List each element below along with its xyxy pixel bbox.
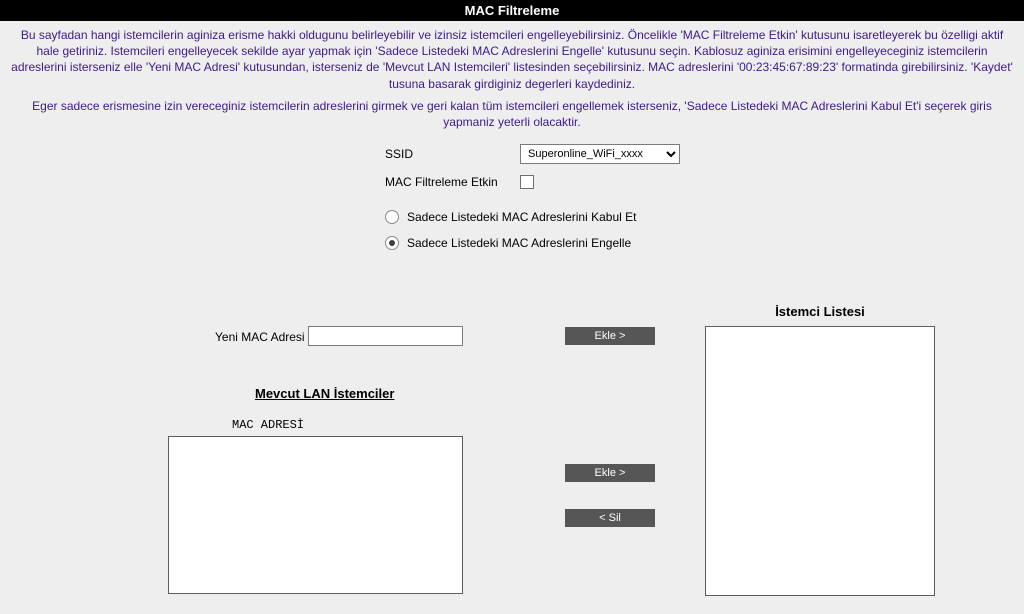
add-new-mac-button[interactable]: Ekle > [565,327,655,345]
radio-deny-label: Sadece Listedeki MAC Adreslerini Engelle [407,236,631,250]
radio-allow-label: Sadece Listedeki MAC Adreslerini Kabul E… [407,210,636,224]
lan-clients-title: Mevcut LAN İstemciler [255,386,394,401]
lan-clients-box[interactable] [168,436,463,594]
client-list-box[interactable] [705,326,935,596]
settings-area: SSID Superonline_WiFi_xxxx MAC Filtrelem… [385,138,1024,256]
intro-text: Bu sayfadan hangi istemcilerin aginiza e… [0,21,1024,138]
new-mac-input[interactable] [308,326,463,346]
add-lan-client-button[interactable]: Ekle > [565,464,655,482]
delete-button[interactable]: < Sil [565,509,655,527]
ssid-select[interactable]: Superonline_WiFi_xxxx [520,144,680,164]
new-mac-label: Yeni MAC Adresi [215,330,305,344]
page-title: MAC Filtreleme [465,3,560,18]
mac-filter-checkbox[interactable] [520,175,534,189]
ssid-label: SSID [385,147,520,161]
client-list-title: İstemci Listesi [705,304,935,319]
page-title-bar: MAC Filtreleme [0,0,1024,21]
lists-area: İstemci Listesi Yeni MAC Adresi Ekle > M… [0,304,1024,614]
mac-address-column-header: MAC ADRESİ [232,418,304,432]
radio-deny[interactable] [385,236,399,250]
mac-filter-label: MAC Filtreleme Etkin [385,175,520,189]
radio-allow[interactable] [385,210,399,224]
intro-paragraph-2: Eger sadece erismesine izin vereceginiz … [8,98,1016,130]
intro-paragraph-1: Bu sayfadan hangi istemcilerin aginiza e… [8,27,1016,92]
